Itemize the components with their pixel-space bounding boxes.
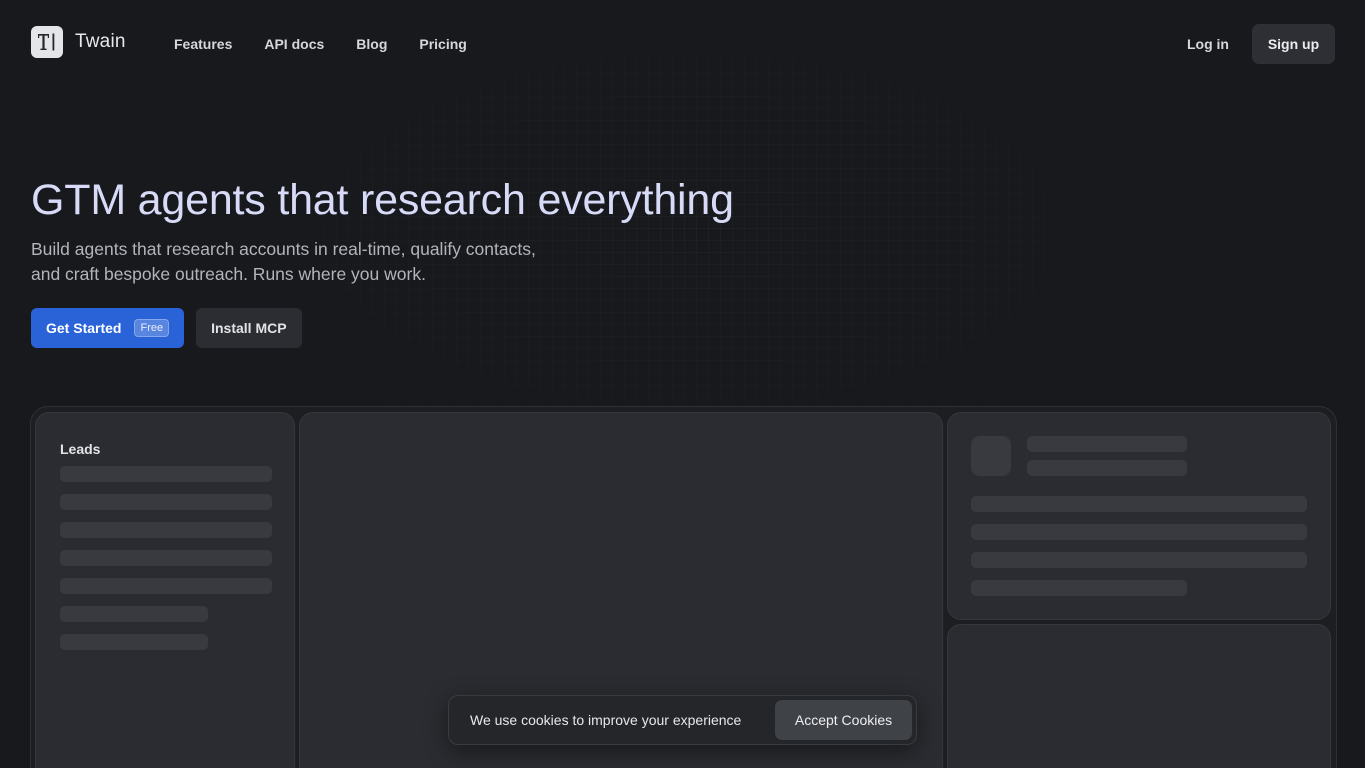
nav-link-features[interactable]: Features [174,35,232,53]
hero-title: GTM agents that research everything [31,176,734,224]
hero-subtitle-line-1: Build agents that research accounts in r… [31,239,536,259]
top-navigation: Twain Features API docs Blog Pricing Log… [0,0,1365,88]
get-started-label: Get Started [46,320,122,336]
skeleton-line [971,496,1307,512]
free-badge: Free [134,319,170,337]
leads-panel: Leads [35,412,295,768]
logo-icon [31,26,63,58]
nav-link-pricing[interactable]: Pricing [419,35,466,53]
skeleton-line [971,552,1307,568]
skeleton-line [971,524,1307,540]
hero-subtitle: Build agents that research accounts in r… [31,237,591,287]
get-started-button[interactable]: Get Started Free [31,308,185,348]
signup-button[interactable]: Sign up [1252,24,1335,64]
skeleton-line [60,494,272,510]
install-mcp-button[interactable]: Install MCP [196,308,302,348]
skeleton-line [60,634,208,650]
nav-link-api-docs[interactable]: API docs [264,35,324,53]
skeleton-line [60,578,272,594]
leads-title: Leads [60,441,101,457]
details-panel [947,624,1331,768]
skeleton-line [1027,460,1187,476]
cookie-message: We use cookies to improve your experienc… [470,712,742,728]
skeleton-line [60,606,208,622]
cookie-banner: We use cookies to improve your experienc… [448,695,917,745]
brand-name: Twain [75,31,126,52]
skeleton-line [60,466,272,482]
profile-panel [947,412,1331,620]
avatar-skeleton [971,436,1011,476]
skeleton-line [60,522,272,538]
cta-row: Get Started Free Install MCP [31,308,302,348]
accept-cookies-button[interactable]: Accept Cookies [775,700,912,740]
nav-link-blog[interactable]: Blog [356,35,387,53]
skeleton-line [971,580,1187,596]
skeleton-line [60,550,272,566]
skeleton-line [1027,436,1187,452]
brand-logo-link[interactable]: Twain [31,26,126,58]
login-link[interactable]: Log in [1187,35,1229,53]
nav-links: Features API docs Blog Pricing [174,35,499,53]
hero-subtitle-line-2: and craft bespoke outreach. Runs where y… [31,264,426,284]
